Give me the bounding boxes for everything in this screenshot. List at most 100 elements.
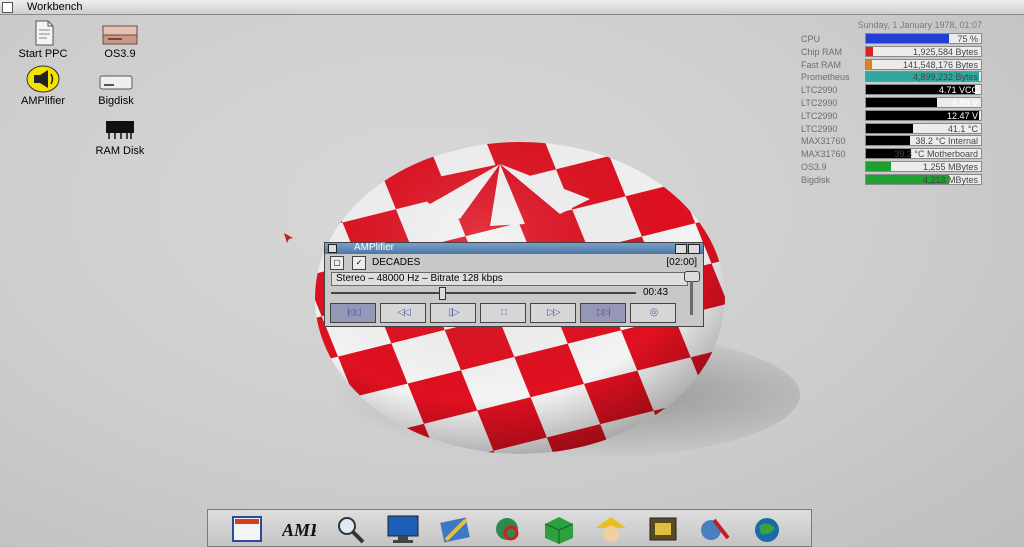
stat-name: LTC2990 (801, 110, 837, 122)
stat-row: Chip RAM 1,925,584 Bytes (801, 46, 982, 58)
icon-label: Bigdisk (76, 95, 156, 107)
stat-value: 4.71 VCC (939, 85, 978, 95)
stat-row: LTC2990 41.1 °C (801, 123, 982, 135)
stat-name: Fast RAM (801, 59, 841, 71)
stat-bar: 75 % (865, 33, 982, 44)
stat-value: 41.1 °C (948, 124, 978, 134)
volume-slider[interactable] (686, 271, 696, 315)
dock-pencil-icon[interactable] (438, 514, 472, 544)
stat-name: OS3.9 (801, 161, 827, 173)
stat-name: LTC2990 (801, 97, 837, 109)
os39-drive-icon[interactable]: OS3.9 (80, 24, 160, 60)
stat-row: MAX31760 39.3 °C Motherboard (801, 148, 982, 160)
dock-straw-hat-icon[interactable] (594, 514, 628, 544)
stop-button[interactable]: □ (480, 303, 526, 323)
amplifier-title: AMPlifier (354, 242, 394, 254)
stat-value: 75 % (957, 34, 978, 44)
dock-tools-icon[interactable] (698, 514, 732, 544)
stat-name: Prometheus (801, 71, 850, 83)
icon-label: RAM Disk (80, 145, 160, 157)
dock-file-window-icon[interactable] (230, 514, 264, 544)
skip-back-button[interactable]: |◁◁ (330, 303, 376, 323)
amplifier-title-bar[interactable]: AMPlifier (325, 243, 703, 254)
song-title: DECADES (372, 256, 420, 269)
stat-fill (866, 60, 872, 69)
volume-rail (690, 281, 693, 315)
stat-row: Prometheus 4,899,232 Bytes (801, 71, 982, 83)
stat-bar: 4.89 V (865, 97, 982, 108)
stat-fill (866, 162, 891, 171)
stat-row: LTC2990 4.89 V (801, 97, 982, 109)
stat-fill (866, 136, 910, 145)
seek-line (331, 292, 636, 294)
dock-magnifier-icon[interactable] (334, 514, 368, 544)
stat-bar: 41.1 °C (865, 123, 982, 134)
stat-fill (866, 34, 949, 43)
stat-name: LTC2990 (801, 84, 837, 96)
stat-value: 4,899,232 Bytes (913, 72, 978, 82)
depth-icon[interactable] (688, 244, 700, 254)
hard-disk-icon (96, 73, 136, 93)
stat-value: 4,213 MBytes (923, 175, 978, 185)
dock-green-cube-icon[interactable] (542, 514, 576, 544)
close-icon[interactable] (328, 244, 337, 253)
stat-bar: 12.47 V (865, 110, 982, 121)
stat-fill (866, 47, 873, 56)
iconify-icon[interactable] (675, 244, 687, 254)
stat-value: 12.47 V (947, 111, 978, 121)
stat-bar: 4,899,232 Bytes (865, 71, 982, 82)
stat-fill (866, 98, 937, 107)
start-ppc-icon[interactable]: Start PPC (3, 20, 83, 60)
stat-value: 1,925,584 Bytes (913, 47, 978, 57)
stat-bar: 4.71 VCC (865, 84, 982, 95)
amplifier-window[interactable]: AMPlifier ▢ ✓ DECADES [02:00] Stereo – 4… (324, 242, 704, 327)
stat-name: Bigdisk (801, 174, 830, 186)
seek-handle[interactable] (439, 287, 446, 300)
bigdisk-icon[interactable]: Bigdisk (76, 73, 156, 107)
stat-fill (866, 124, 913, 133)
stats-datetime: Sunday, 1 January 1978, 01:07 (830, 20, 982, 30)
dock-search-tool-icon[interactable] (490, 514, 524, 544)
stat-value: 141,548,176 Bytes (903, 60, 978, 70)
stat-name: Chip RAM (801, 46, 842, 58)
stat-value: 38.2 °C Internal (915, 136, 978, 146)
stat-value: 39.3 °C Motherboard (894, 149, 978, 159)
loop-button[interactable]: ◎ (630, 303, 676, 323)
stat-row: MAX31760 38.2 °C Internal (801, 135, 982, 147)
elapsed-time: 00:43 (643, 287, 668, 298)
dock-globe-icon[interactable] (750, 514, 784, 544)
fast-forward-button[interactable]: ▷▷ (530, 303, 576, 323)
skip-forward-button[interactable]: ▷▷| (580, 303, 626, 323)
dock-amp-logo[interactable]: AMP (282, 514, 316, 544)
drive-icon (100, 24, 140, 46)
stat-row: CPU75 % (801, 33, 982, 45)
stat-bar: 1,925,584 Bytes (865, 46, 982, 57)
playlist-icon[interactable]: ▢ (330, 256, 344, 270)
rewind-button[interactable]: ◁◁ (380, 303, 426, 323)
amplifier-icon[interactable]: AMPlifier (3, 65, 83, 107)
stat-row: Bigdisk 4,213 MBytes (801, 174, 982, 186)
stat-bar: 1,255 MBytes (865, 161, 982, 172)
stream-info: Stereo – 48000 Hz – Bitrate 128 kbps (331, 272, 688, 286)
dock-bar: AMP (207, 509, 812, 547)
stat-name: MAX31760 (801, 135, 846, 147)
stat-name: MAX31760 (801, 148, 846, 160)
stat-name: LTC2990 (801, 123, 837, 135)
stat-bar: 141,548,176 Bytes (865, 59, 982, 70)
icon-label: Start PPC (3, 48, 83, 60)
dock-chip-icon[interactable] (646, 514, 680, 544)
stat-bar: 38.2 °C Internal (865, 135, 982, 146)
ram-disk-drive-icon[interactable]: RAM Disk (80, 119, 160, 157)
seek-bar[interactable] (331, 290, 636, 296)
workbench-title-bar[interactable]: Workbench (0, 0, 1024, 15)
play-pause-button[interactable]: ▯▷ (430, 303, 476, 323)
transport-controls: |◁◁◁◁▯▷□▷▷▷▷|◎ (330, 303, 680, 325)
dock-monitor-icon[interactable] (386, 514, 420, 544)
stat-value: 4.89 V (952, 98, 978, 108)
icon-label: OS3.9 (80, 48, 160, 60)
song-duration: [02:00] (666, 256, 697, 269)
close-icon[interactable] (2, 2, 13, 13)
stat-row: LTC2990 12.47 V (801, 110, 982, 122)
speaker-icon (26, 65, 60, 93)
edit-icon[interactable]: ✓ (352, 256, 366, 270)
